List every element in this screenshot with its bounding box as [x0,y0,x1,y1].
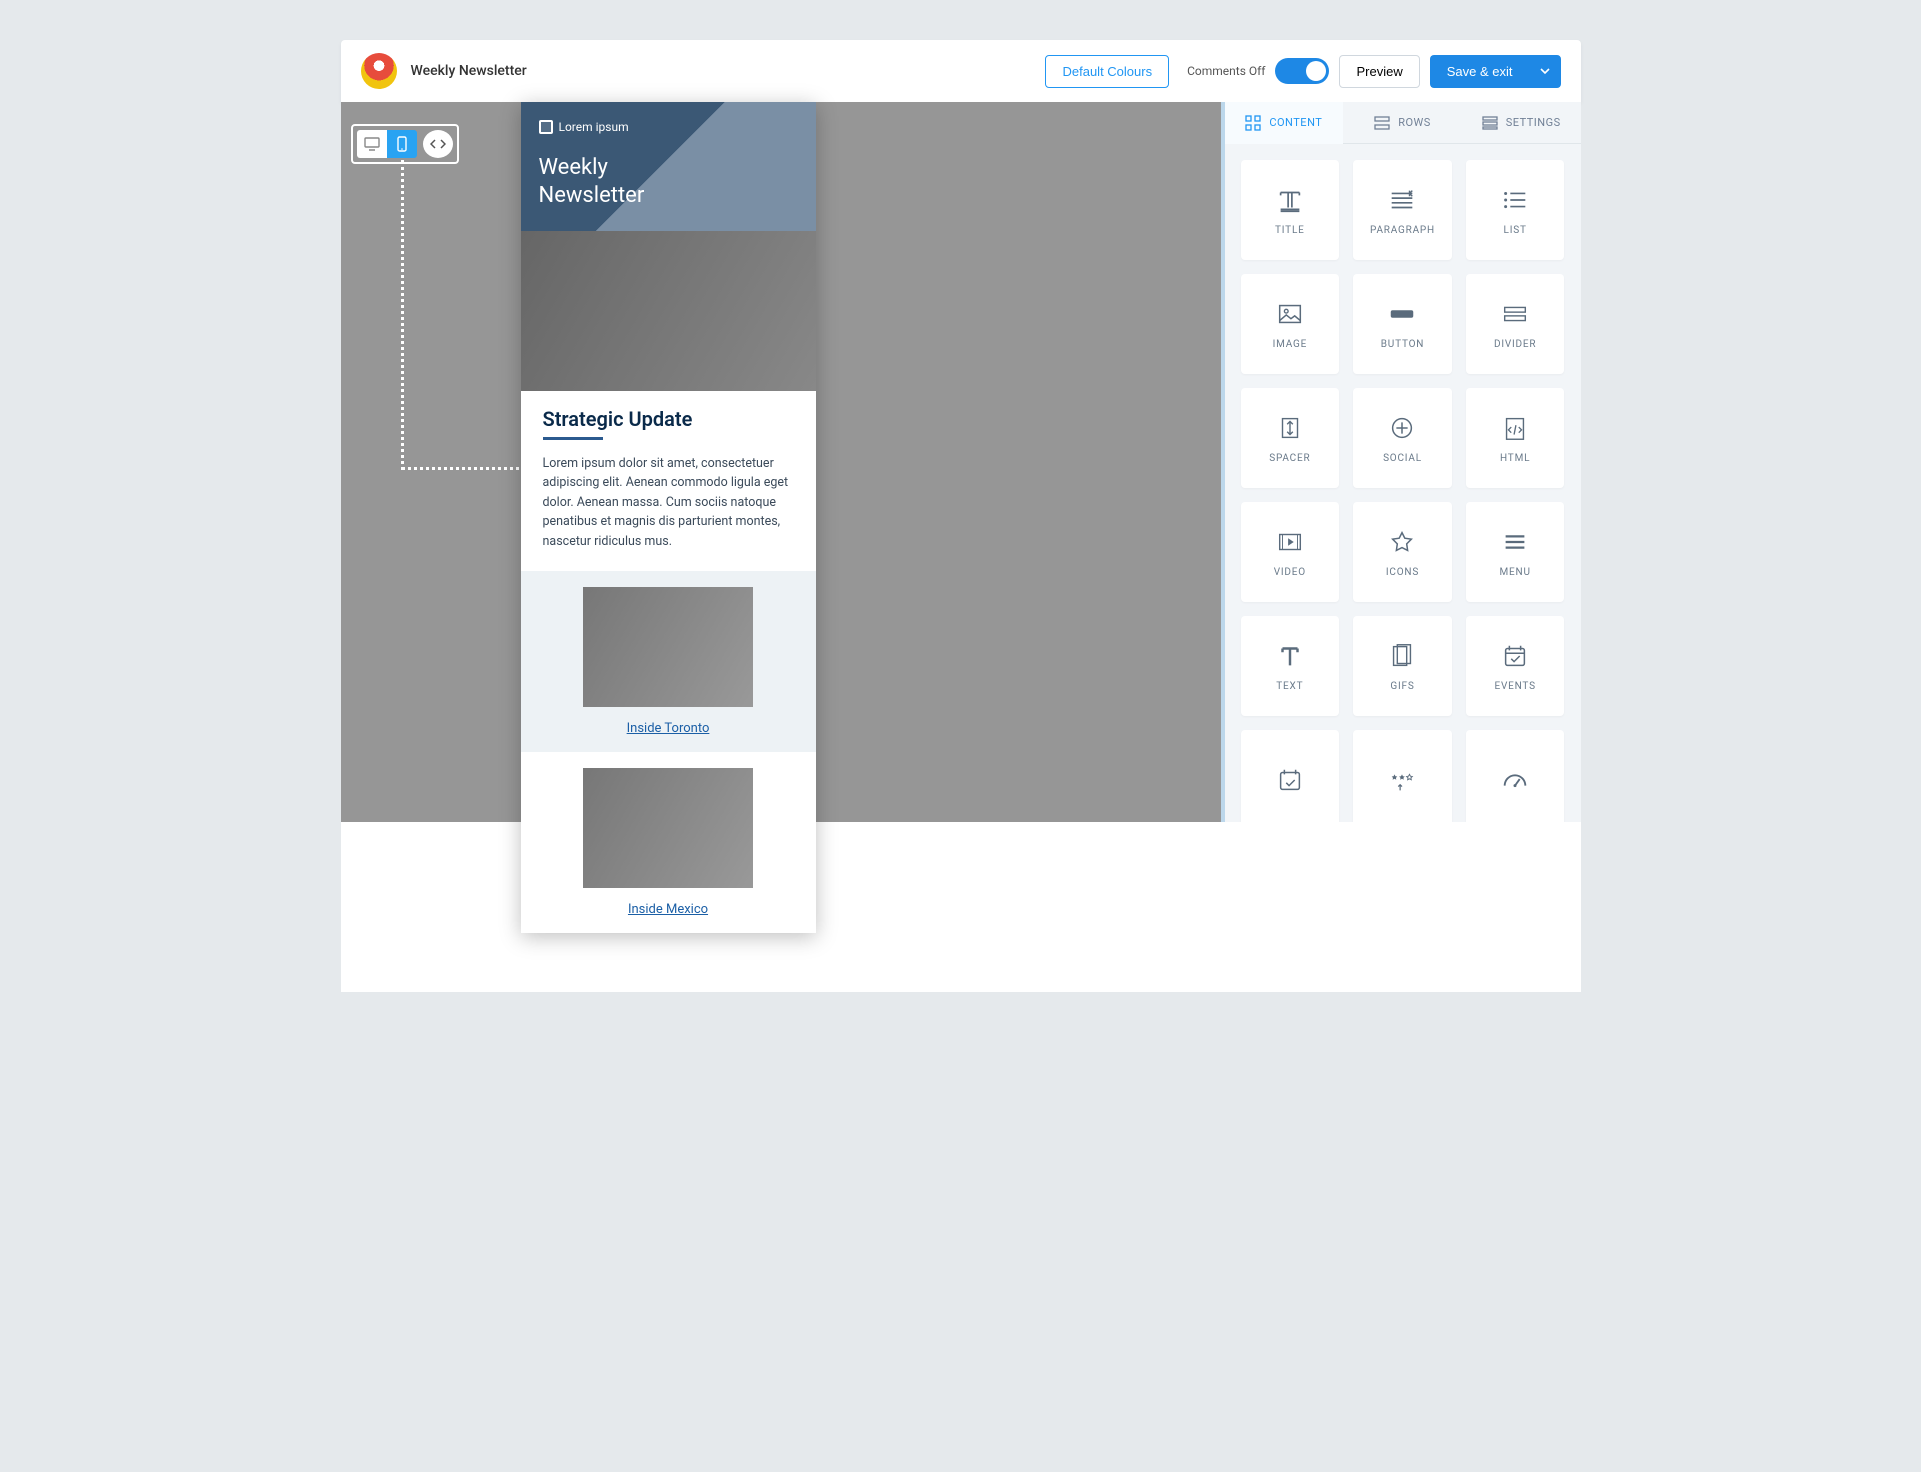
gifs-icon [1387,641,1417,671]
brand-square-icon [539,120,553,134]
title-icon [1275,185,1305,215]
tile-label: DIVIDER [1494,339,1536,350]
list-icon [1500,185,1530,215]
calendar-check-icon [1275,765,1305,795]
save-exit-dropdown[interactable] [1529,55,1561,88]
email-hero: Lorem ipsum Weekly Newsletter [521,102,816,231]
tab-content-label: CONTENT [1269,116,1322,129]
tile-label: VIDEO [1274,567,1306,578]
content-tile-calendar-check[interactable] [1241,730,1340,822]
default-colours-button[interactable]: Default Colours [1045,55,1169,88]
tile-label: TITLE [1275,225,1305,236]
tab-settings[interactable]: SETTINGS [1462,102,1581,144]
spacer-icon [1275,413,1305,443]
content-tile-events[interactable]: EVENTS [1466,616,1565,716]
content-tile-text[interactable]: TEXT [1241,616,1340,716]
tile-label: LIST [1504,225,1527,236]
hero-title-line1: Weekly [539,155,608,180]
settings-icon [1482,115,1498,131]
html-icon [1500,413,1530,443]
tab-settings-label: SETTINGS [1506,116,1561,129]
image-icon [1275,299,1305,329]
events-icon [1500,641,1530,671]
gauge-icon [1500,765,1530,795]
tile-label: EVENTS [1494,681,1535,692]
content-tile-image[interactable]: IMAGE [1241,274,1340,374]
content-tile-social[interactable]: SOCIAL [1353,388,1452,488]
text-icon [1275,641,1305,671]
content-tile-rating[interactable] [1353,730,1452,822]
content-tile-icons[interactable]: ICONS [1353,502,1452,602]
document-title: Weekly Newsletter [411,63,527,79]
tile-label: PARAGRAPH [1370,225,1435,236]
content-tile-video[interactable]: VIDEO [1241,502,1340,602]
tile-label: SPACER [1269,453,1310,464]
content-tile-menu[interactable]: MENU [1466,502,1565,602]
content-tile-title[interactable]: TITLE [1241,160,1340,260]
social-icon [1387,413,1417,443]
content-tile-paragraph[interactable]: PARAGRAPH [1353,160,1452,260]
story-block-2: Inside Mexico [521,752,816,933]
story-image-2[interactable] [583,768,753,888]
rows-icon [1374,115,1390,131]
story-link-2[interactable]: Inside Mexico [628,902,708,917]
content-tile-html[interactable]: HTML [1466,388,1565,488]
email-preview-canvas[interactable]: Lorem ipsum Weekly Newsletter Strategic … [521,102,816,933]
tile-label: IMAGE [1273,339,1308,350]
rating-icon [1387,765,1417,795]
tile-label: GIFS [1390,681,1414,692]
comments-toggle-label: Comments Off [1187,64,1265,78]
topbar: Weekly Newsletter Default Colours Commen… [341,40,1581,102]
hero-title-line2: Newsletter [539,183,645,208]
content-tile-gauge[interactable] [1466,730,1565,822]
article-heading[interactable]: Strategic Update [543,407,794,431]
icons-icon [1387,527,1417,557]
paragraph-icon [1387,185,1417,215]
content-tile-list[interactable]: LIST [1466,160,1565,260]
side-panel: CONTENT ROWS SETTINGS TITLE PARAGRAPH LIST… [1221,102,1581,822]
save-exit-button[interactable]: Save & exit [1430,55,1529,88]
workspace: Lorem ipsum Weekly Newsletter Strategic … [341,102,1581,822]
button-icon [1387,299,1417,329]
tile-label: MENU [1500,567,1531,578]
story-link-1[interactable]: Inside Toronto [627,721,710,736]
divider-icon [1500,299,1530,329]
tab-content[interactable]: CONTENT [1225,102,1344,144]
article-body[interactable]: Lorem ipsum dolor sit amet, consectetuer… [543,454,794,551]
content-tile-button[interactable]: BUTTON [1353,274,1452,374]
content-tile-gifs[interactable]: GIFS [1353,616,1452,716]
brand-text: Lorem ipsum [559,120,629,134]
tab-rows[interactable]: ROWS [1343,102,1462,144]
video-icon [1275,527,1305,557]
chevron-down-icon [1540,66,1550,76]
content-tile-spacer[interactable]: SPACER [1241,388,1340,488]
preview-button[interactable]: Preview [1339,55,1419,88]
menu-icon [1500,527,1530,557]
story-image-1[interactable] [583,587,753,707]
tab-rows-label: ROWS [1398,116,1431,129]
tile-label: SOCIAL [1383,453,1422,464]
grid-icon [1245,115,1261,131]
tile-label: ICONS [1386,567,1419,578]
story-block-1: Inside Toronto [521,571,816,752]
content-tile-divider[interactable]: DIVIDER [1466,274,1565,374]
heading-underline [543,437,603,440]
tile-label: BUTTON [1381,339,1424,350]
brand-logo-icon [361,53,397,89]
tile-label: HTML [1500,453,1530,464]
article-hero-image[interactable] [521,231,816,391]
comments-toggle[interactable] [1275,58,1329,84]
tile-label: TEXT [1276,681,1303,692]
